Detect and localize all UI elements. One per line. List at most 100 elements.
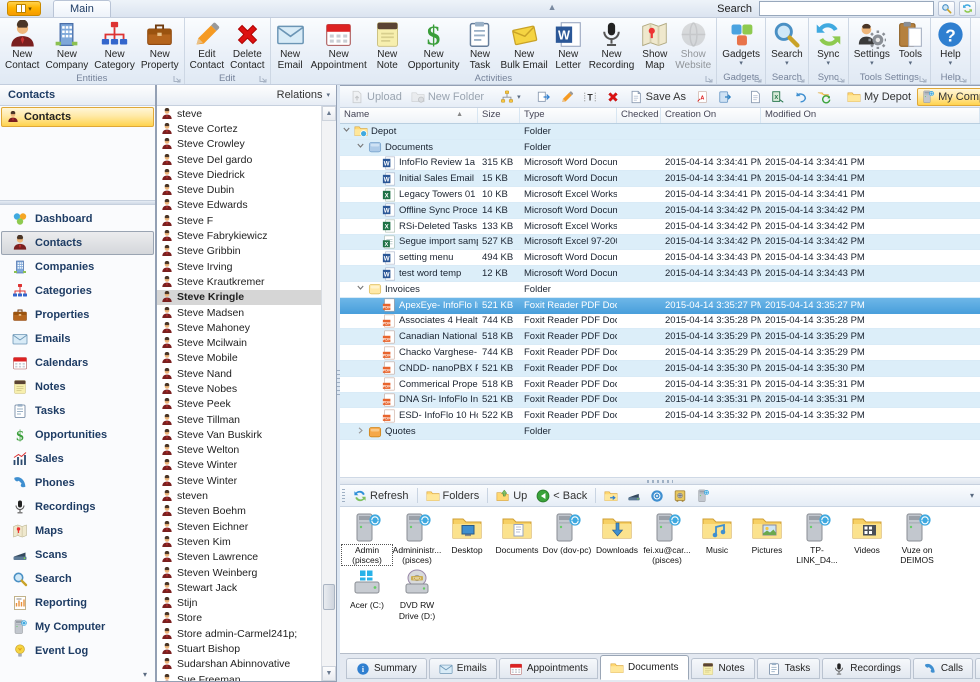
share-dropdown-button[interactable]: ▾ xyxy=(497,89,524,105)
sidebar-item-calendars[interactable]: Calendars xyxy=(1,351,154,375)
expand-open-icon[interactable] xyxy=(342,125,351,137)
explorer-appblue-button[interactable] xyxy=(647,488,667,504)
contact-row-steve-nand[interactable]: Steve Nand xyxy=(157,366,321,381)
tab-calls[interactable]: Calls xyxy=(913,658,973,679)
explorer-up-button[interactable]: Up xyxy=(493,488,530,504)
export-pdf-button[interactable]: A xyxy=(692,89,712,105)
contact-row-stuart-bishop[interactable]: Stuart Bishop xyxy=(157,641,321,656)
file-row-legacy-towers-01-24-14-3[interactable]: XLegacy Towers 01 24 14 (3) 10 KB Micros… xyxy=(340,187,980,203)
document-button[interactable] xyxy=(745,89,765,105)
contact-row-steve-mobile[interactable]: Steve Mobile xyxy=(157,351,321,366)
dialog-launcher-icon[interactable] xyxy=(797,74,805,82)
tab-summary[interactable]: iSummary xyxy=(346,658,427,679)
file-row-chacko-varghese-infoflo-i[interactable]: PDFChacko Varghese- InfoFlo I... 744 KB … xyxy=(340,345,980,361)
ribbon-button-new-property[interactable]: NewProperty xyxy=(138,19,182,73)
contact-row-steven-lawrence[interactable]: Steven Lawrence xyxy=(157,550,321,565)
explorer-item-desktop[interactable]: Desktop xyxy=(442,512,492,565)
ribbon-button-new-bulk-email[interactable]: NewBulk Email xyxy=(497,19,550,73)
ribbon-button-new-email[interactable]: NewEmail xyxy=(273,19,308,73)
search-input[interactable] xyxy=(759,1,934,16)
contact-row-steve-van-buskirk[interactable]: Steve Van Buskirk xyxy=(157,427,321,442)
ribbon-button-new-task[interactable]: NewTask xyxy=(462,19,497,73)
my-computer-button[interactable]: My Computer xyxy=(917,88,980,106)
explorer-item-vuze-on-deimos[interactable]: Vuze on DEIMOS xyxy=(892,512,942,565)
ribbon-tab-main[interactable]: Main xyxy=(53,0,111,17)
file-row-initial-sales-email[interactable]: WInitial Sales Email 15 KB Microsoft Wor… xyxy=(340,171,980,187)
dialog-launcher-icon[interactable] xyxy=(705,74,713,82)
sidebar-item-opportunities[interactable]: $Opportunities xyxy=(1,423,154,447)
dialog-launcher-icon[interactable] xyxy=(754,74,762,82)
ribbon-button-new-note[interactable]: NewNote xyxy=(370,19,405,73)
expand-open-icon[interactable] xyxy=(356,141,365,153)
contact-row-stewart-jack[interactable]: Stewart Jack xyxy=(157,580,321,595)
tab-tasks[interactable]: Tasks xyxy=(757,658,821,679)
expand-closed-icon[interactable] xyxy=(356,426,365,438)
sidebar-item-categories[interactable]: Categories xyxy=(1,279,154,303)
column-header-creation-on[interactable]: Creation On xyxy=(661,108,761,123)
file-row-canadian-national-diamond[interactable]: PDFCanadian National Diamond ... 518 KB … xyxy=(340,329,980,345)
sidebar-item-properties[interactable]: Properties xyxy=(1,303,154,327)
nav-overflow-icon[interactable]: ▾ xyxy=(143,670,147,679)
file-row-documents[interactable]: Documents Folder xyxy=(340,140,980,156)
sidebar-item-reporting[interactable]: Reporting xyxy=(1,591,154,615)
explorer-item-dov-dov-pc[interactable]: Dov (dov-pc) xyxy=(542,512,592,565)
tab-recordings[interactable]: Recordings xyxy=(822,658,911,679)
delete-button[interactable] xyxy=(603,89,623,105)
contact-row-steve-madsen[interactable]: Steve Madsen xyxy=(157,305,321,320)
export-button[interactable] xyxy=(715,89,735,105)
contact-row-steve-nobes[interactable]: Steve Nobes xyxy=(157,381,321,396)
horizontal-splitter[interactable] xyxy=(340,477,980,485)
relations-dropdown[interactable]: Relations ▾ xyxy=(277,89,330,101)
contact-row-steve-cortez[interactable]: Steve Cortez xyxy=(157,121,321,136)
sidebar-item-event-log[interactable]: Event Log xyxy=(1,639,154,663)
file-row-test-word-temp[interactable]: Wtest word temp 12 KB Microsoft Word Doc… xyxy=(340,266,980,282)
ribbon-button-delete-contact[interactable]: DeleteContact xyxy=(227,19,267,73)
dialog-launcher-icon[interactable] xyxy=(959,74,967,82)
ribbon-button-new-appointment[interactable]: NewAppointment xyxy=(308,19,370,73)
explorer-refresh-button[interactable]: Refresh xyxy=(350,488,412,504)
sidebar-item-my-computer[interactable]: My Computer xyxy=(1,615,154,639)
contact-row-steve-irving[interactable]: Steve Irving xyxy=(157,259,321,274)
send-button[interactable] xyxy=(534,89,554,105)
ribbon-button-settings[interactable]: Settings▾ xyxy=(851,19,893,67)
explorer-item-music[interactable]: Music xyxy=(692,512,742,565)
export-excel-button[interactable]: X xyxy=(768,89,788,105)
edit-button[interactable] xyxy=(557,89,577,105)
refresh-search-button[interactable] xyxy=(959,1,976,16)
save-as-button[interactable]: Save As xyxy=(626,89,689,105)
contact-row-steve-krautkremer[interactable]: Steve Krautkremer xyxy=(157,274,321,289)
file-row-invoices[interactable]: Invoices Folder xyxy=(340,282,980,298)
explorer-item-downloads[interactable]: Downloads xyxy=(592,512,642,565)
contact-row-sudarshan-abinnovative[interactable]: Sudarshan Abinnovative xyxy=(157,657,321,672)
explorer-item-documents[interactable]: Documents xyxy=(492,512,542,565)
column-header-modified-on[interactable]: Modified On xyxy=(761,108,980,123)
sidebar-item-search[interactable]: Search xyxy=(1,567,154,591)
contact-row-steve-dubin[interactable]: Steve Dubin xyxy=(157,182,321,197)
file-row-cndd-nanopbx-phone-sup[interactable]: PDFCNDD- nanoPBX Phone Sup... 521 KB Fox… xyxy=(340,361,980,377)
dialog-launcher-icon[interactable] xyxy=(837,74,845,82)
file-row-offline-sync-procedure[interactable]: WOffline Sync Procedure 14 KB Microsoft … xyxy=(340,203,980,219)
contact-row-steven-weinberg[interactable]: Steven Weinberg xyxy=(157,565,321,580)
contact-row-sue-freeman[interactable]: Sue Freeman xyxy=(157,672,321,681)
contact-row-store-admin-carmel241p[interactable]: Store admin-Carmel241p; xyxy=(157,626,321,641)
sidebar-item-emails[interactable]: Emails xyxy=(1,327,154,351)
ribbon-button-new-recording[interactable]: NewRecording xyxy=(586,19,638,73)
contact-row-steve-mcilwain[interactable]: Steve Mcilwain xyxy=(157,335,321,350)
application-menu-button[interactable]: ▾ xyxy=(7,1,41,16)
explorer-item-videos[interactable]: Videos xyxy=(842,512,892,565)
contact-row-steve-gribbin[interactable]: Steve Gribbin xyxy=(157,244,321,259)
scroll-up-icon[interactable]: ▲ xyxy=(322,106,336,121)
sidebar-item-tasks[interactable]: Tasks xyxy=(1,399,154,423)
contact-row-steve[interactable]: steve xyxy=(157,106,321,121)
ribbon-button-sync[interactable]: Sync▾ xyxy=(811,19,846,67)
contact-row-steve-welton[interactable]: Steve Welton xyxy=(157,443,321,458)
explorer-computer-button[interactable] xyxy=(693,488,713,504)
sidebar-item-companies[interactable]: Companies xyxy=(1,255,154,279)
ribbon-button-gadgets[interactable]: Gadgets▾ xyxy=(719,19,763,67)
contact-row-steven-kim[interactable]: Steven Kim xyxy=(157,534,321,549)
sidebar-item-phones[interactable]: Phones xyxy=(1,471,154,495)
explorer-safe-button[interactable] xyxy=(670,488,690,504)
explorer-folders-button[interactable]: Folders xyxy=(423,488,483,504)
file-row-setting-menu[interactable]: Wsetting menu 494 KB Microsoft Word Docu… xyxy=(340,250,980,266)
contact-row-steven[interactable]: steven xyxy=(157,488,321,503)
